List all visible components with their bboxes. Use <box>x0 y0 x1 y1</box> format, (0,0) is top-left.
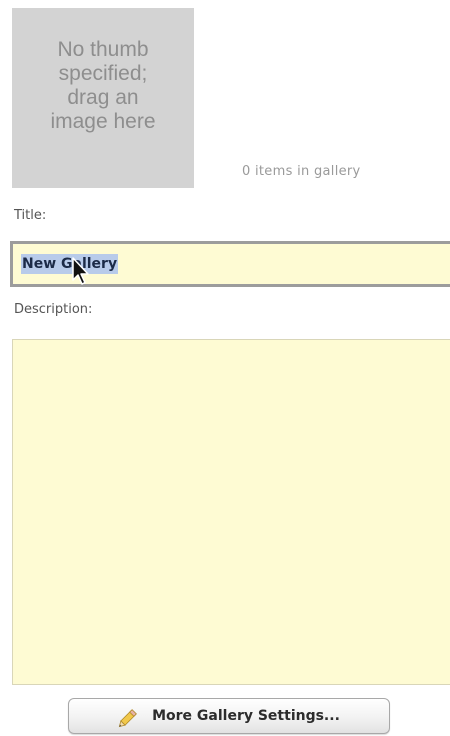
gallery-item-count: 0 items in gallery <box>242 164 361 179</box>
more-gallery-settings-button[interactable]: More Gallery Settings... <box>68 698 390 734</box>
mouse-pointer-icon <box>72 257 89 285</box>
thumbnail-drop-zone[interactable]: No thumb specified; drag an image here <box>12 8 194 188</box>
title-label: Title: <box>14 208 47 223</box>
more-gallery-settings-label: More Gallery Settings... <box>152 708 340 724</box>
description-textarea[interactable] <box>12 339 450 685</box>
pencil-icon <box>118 709 138 728</box>
description-label: Description: <box>14 302 93 317</box>
